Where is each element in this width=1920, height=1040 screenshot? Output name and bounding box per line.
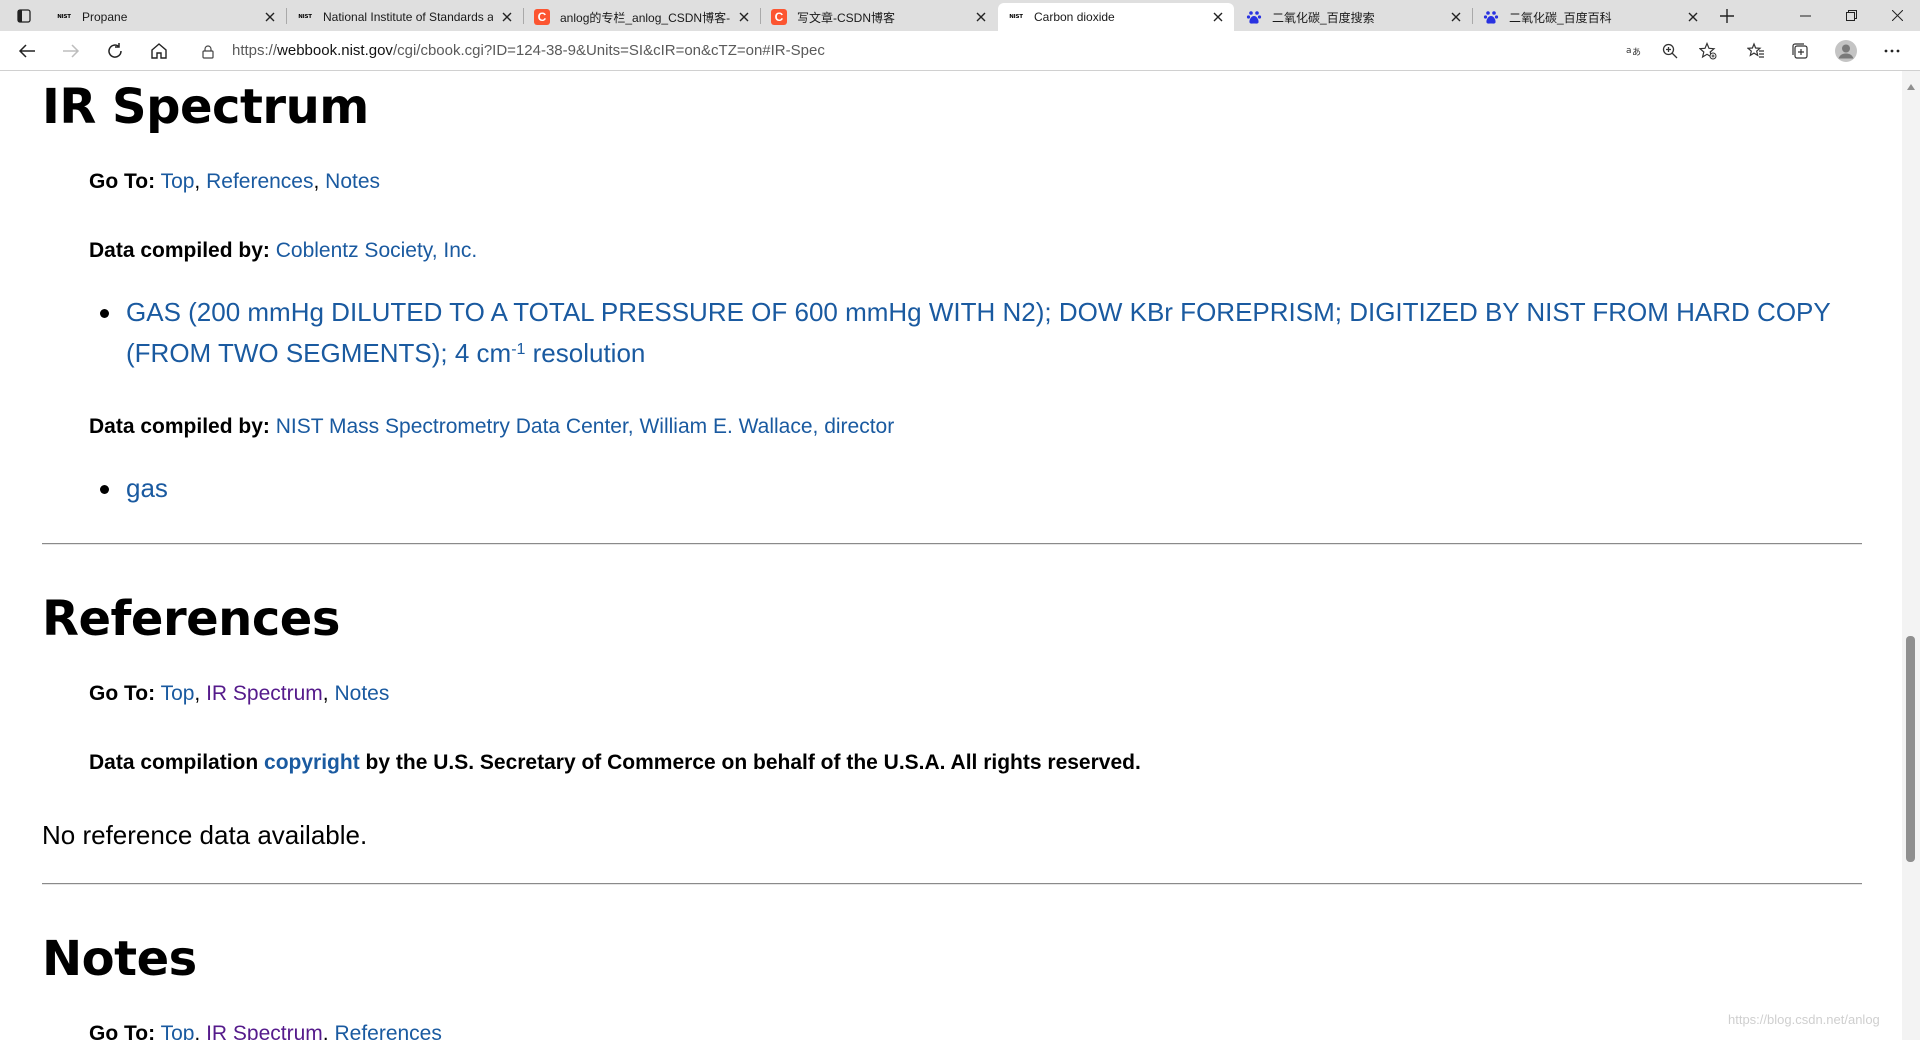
goto-top-link[interactable]: Top	[161, 1022, 195, 1040]
csdn-icon: C	[534, 9, 550, 25]
csdn-icon: C	[771, 9, 787, 25]
new-tab-plus-icon[interactable]	[1716, 5, 1738, 27]
favorites-icon[interactable]	[1744, 39, 1768, 63]
gas-spectrum-link[interactable]: gas	[126, 468, 168, 509]
goto-top-link[interactable]: Top	[161, 170, 195, 193]
goto-label: Go To:	[89, 1022, 156, 1040]
browser-tab[interactable]: 二氧化碳_百度搜索	[1236, 3, 1472, 31]
page-viewport: IR Spectrum Go To: Top, References, Note…	[0, 71, 1902, 1040]
list-bullet	[100, 309, 109, 318]
close-icon[interactable]	[1685, 9, 1701, 25]
nist-icon: NIST	[1009, 14, 1023, 20]
vertical-scrollbar[interactable]	[1902, 71, 1920, 1040]
notes-goto-nav: Go To: Top, IR Spectrum, References	[89, 1022, 442, 1040]
goto-label: Go To:	[89, 682, 156, 705]
ir-spectrum-gas-link[interactable]: GAS (200 mmHg DILUTED TO A TOTAL PRESSUR…	[126, 292, 1846, 374]
nist-icon: NIST	[57, 14, 71, 20]
goto-top-link[interactable]: Top	[161, 682, 195, 705]
goto-notes-link[interactable]: Notes	[334, 682, 389, 705]
browser-tab[interactable]: C 写文章-CSDN博客	[761, 3, 997, 31]
restore-icon[interactable]	[1828, 0, 1874, 31]
url-text[interactable]: https://webbook.nist.gov/cgi/cbook.cgi?I…	[232, 42, 825, 59]
ir-goto-nav: Go To: Top, References, Notes	[89, 170, 381, 193]
copyright-notice: Data compilation copyright by the U.S. S…	[89, 751, 1141, 775]
compiled-by-nist-ms: Data compiled by: NIST Mass Spectrometry…	[89, 415, 894, 439]
compiled-by-coblentz: Data compiled by: Coblentz Society, Inc.	[89, 239, 477, 263]
watermark-text: https://blog.csdn.net/anlog	[1728, 1012, 1880, 1027]
url-domain: webbook.nist.gov	[277, 42, 393, 59]
section-divider	[42, 543, 1862, 545]
coblentz-society-link[interactable]: Coblentz Society, Inc.	[276, 239, 478, 262]
home-icon[interactable]	[147, 39, 171, 63]
section-divider	[42, 883, 1862, 885]
nist-icon: NIST	[298, 14, 312, 20]
scrollbar-thumb[interactable]	[1906, 636, 1915, 862]
goto-label: Go To:	[89, 170, 156, 193]
list-bullet	[100, 485, 109, 494]
tab-title: Propane	[82, 10, 128, 24]
svg-text:a: a	[1626, 46, 1632, 56]
close-window-icon[interactable]	[1874, 0, 1920, 31]
forward-arrow-icon[interactable]	[59, 39, 83, 63]
tab-strip: NIST Propane NIST National Institute of …	[0, 0, 1920, 31]
compiled-by-label: Data compiled by:	[89, 415, 270, 438]
tab-title: National Institute of Standards a	[323, 10, 493, 24]
browser-tab[interactable]: NIST National Institute of Standards a	[287, 3, 523, 31]
zoom-icon[interactable]	[1658, 39, 1682, 63]
close-icon[interactable]	[499, 9, 515, 25]
goto-ir-spectrum-link[interactable]: IR Spectrum	[206, 1022, 323, 1040]
superscript-exponent: -1	[511, 341, 526, 358]
references-heading: References	[42, 591, 340, 647]
back-arrow-icon[interactable]	[15, 39, 39, 63]
url-scheme: https://	[232, 42, 278, 59]
add-favorite-star-icon[interactable]	[1696, 39, 1720, 63]
compiled-by-label: Data compiled by:	[89, 239, 270, 262]
spectrum-description: GAS (200 mmHg DILUTED TO A TOTAL PRESSUR…	[126, 297, 1831, 368]
close-icon[interactable]	[973, 9, 989, 25]
minimize-icon[interactable]	[1782, 0, 1828, 31]
tab-actions-menu-icon[interactable]	[10, 6, 38, 26]
goto-references-link[interactable]: References	[334, 1022, 441, 1040]
lock-icon[interactable]	[202, 44, 214, 63]
more-options-icon[interactable]	[1880, 39, 1904, 63]
url-path: /cgi/cbook.cgi?ID=124-38-9&Units=SI&cIR=…	[392, 42, 825, 59]
tab-title: 二氧化碳_百度百科	[1509, 10, 1612, 25]
tab-title: Carbon dioxide	[1034, 10, 1115, 24]
notes-heading: Notes	[42, 931, 197, 987]
ir-spectrum-heading: IR Spectrum	[42, 79, 369, 135]
read-aloud-icon[interactable]: aあ	[1622, 39, 1646, 63]
close-icon[interactable]	[736, 9, 752, 25]
svg-text:あ: あ	[1632, 47, 1641, 58]
baidu-icon	[1483, 9, 1499, 25]
collections-icon[interactable]	[1788, 39, 1812, 63]
copyright-link[interactable]: copyright	[264, 751, 360, 774]
profile-avatar-icon[interactable]	[1834, 39, 1858, 63]
copyright-text-after: by the U.S. Secretary of Commerce on beh…	[359, 751, 1141, 774]
scroll-up-arrow-icon[interactable]	[1907, 75, 1915, 94]
close-icon[interactable]	[1448, 9, 1464, 25]
tab-title: anlog的专栏_anlog_CSDN博客-l	[560, 10, 730, 25]
address-bar[interactable]: https://webbook.nist.gov/cgi/cbook.cgi?I…	[188, 37, 1729, 65]
references-goto-nav: Go To: Top, IR Spectrum, Notes	[89, 682, 390, 705]
copyright-text-before: Data compilation	[89, 751, 265, 774]
nist-ms-data-center-link[interactable]: NIST Mass Spectrometry Data Center, Will…	[276, 415, 895, 438]
tab-title: 二氧化碳_百度搜索	[1272, 10, 1375, 25]
baidu-icon	[1246, 9, 1262, 25]
close-icon[interactable]	[262, 9, 278, 25]
browser-tab-active[interactable]: NIST Carbon dioxide	[998, 3, 1234, 31]
goto-references-link[interactable]: References	[206, 170, 313, 193]
browser-tab[interactable]: 二氧化碳_百度百科	[1473, 3, 1709, 31]
browser-toolbar: https://webbook.nist.gov/cgi/cbook.cgi?I…	[0, 31, 1920, 71]
goto-ir-spectrum-link[interactable]: IR Spectrum	[206, 682, 323, 705]
browser-tab[interactable]: C anlog的专栏_anlog_CSDN博客-l	[524, 3, 760, 31]
browser-tab[interactable]: NIST Propane	[46, 3, 286, 31]
goto-notes-link[interactable]: Notes	[325, 170, 380, 193]
refresh-icon[interactable]	[103, 39, 127, 63]
close-icon[interactable]	[1210, 9, 1226, 25]
spectrum-description-tail: resolution	[525, 338, 646, 368]
tab-title: 写文章-CSDN博客	[797, 10, 895, 25]
no-reference-data-text: No reference data available.	[42, 820, 368, 850]
